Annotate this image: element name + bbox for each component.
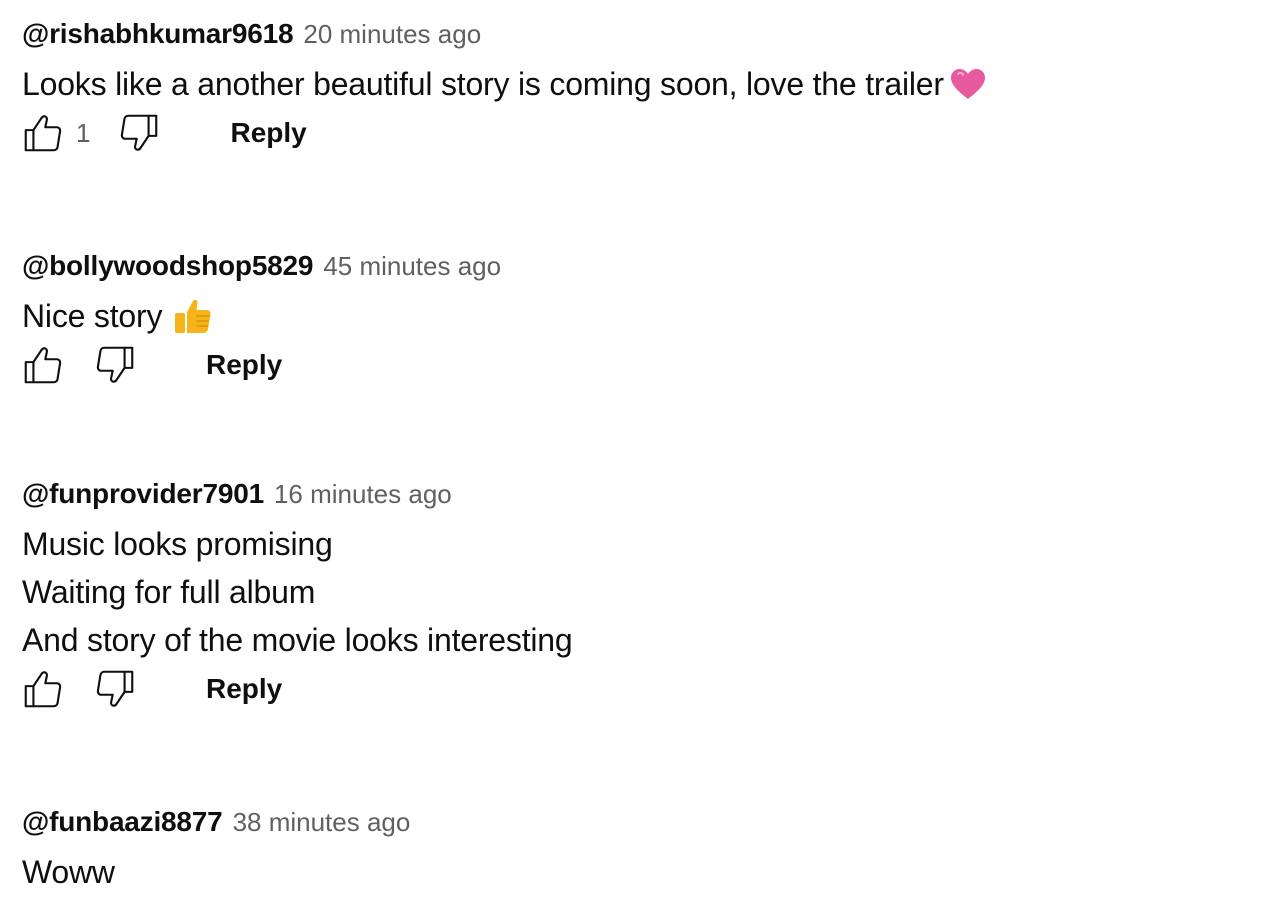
comment-text-line: Nice story [22,298,163,334]
comment-actions: 1 Reply [18,108,1262,158]
dislike-button[interactable] [90,664,140,714]
dislike-button[interactable] [114,108,164,158]
like-button[interactable] [18,340,68,390]
comment-text-line: Looks like a another beautiful story is … [22,66,944,102]
comment-timestamp[interactable]: 20 minutes ago [303,14,481,54]
comment-author[interactable]: @funprovider7901 [22,474,264,514]
comment-author[interactable]: @funbaazi8877 [22,802,223,842]
comment-text-line: Woww [22,854,115,890]
comment-header: @rishabhkumar9618 20 minutes ago [22,14,1262,54]
comment-item: @rishabhkumar9618 20 minutes ago Looks l… [22,14,1262,158]
comment-header: @funprovider7901 16 minutes ago [22,474,1262,514]
comment-item: @funprovider7901 16 minutes ago Music lo… [22,474,1262,714]
comment-timestamp[interactable]: 45 minutes ago [323,246,501,286]
comment-text-line: And story of the movie looks interesting [22,622,573,658]
comment-author[interactable]: @bollywoodshop5829 [22,246,314,286]
comments-list: @rishabhkumar9618 20 minutes ago Looks l… [0,0,1280,900]
comment-item: @bollywoodshop5829 45 minutes ago Nice s… [22,246,1262,390]
comment-actions: Reply [18,340,1262,390]
thumbs-down-outline-icon [121,114,158,151]
reply-button[interactable]: Reply [200,345,288,385]
comment-text-line: Waiting for full album [22,574,316,610]
like-count: 1 [76,117,91,148]
comment-actions: Reply [18,664,1262,714]
comment-text: Woww [22,848,1262,896]
comment-text: Music looks promising Waiting for full a… [22,520,1262,664]
comment-text: Looks like a another beautiful story is … [22,60,1262,108]
like-button[interactable] [18,108,68,158]
dislike-button[interactable] [90,340,140,390]
comment-text: Nice story [22,292,1262,340]
thumbs-up-emoji-icon [175,299,211,333]
comment-header: @funbaazi8877 38 minutes ago [22,802,1262,842]
thumbs-down-outline-icon [96,670,134,707]
thumbs-down-outline-icon [96,346,134,383]
comment-item: @funbaazi8877 38 minutes ago Woww [22,802,1262,896]
reply-button[interactable]: Reply [224,113,312,153]
comment-text-line: Music looks promising [22,526,333,562]
thumbs-up-outline-icon [24,347,62,384]
comment-author[interactable]: @rishabhkumar9618 [22,14,294,54]
comment-header: @bollywoodshop5829 45 minutes ago [22,246,1262,286]
comment-timestamp[interactable]: 16 minutes ago [274,474,452,514]
like-button[interactable] [18,664,68,714]
thumbs-up-outline-icon [24,671,62,708]
comment-timestamp[interactable]: 38 minutes ago [233,802,411,842]
reply-button[interactable]: Reply [200,669,288,709]
pink-heart-emoji-icon [950,69,985,99]
thumbs-up-outline-icon [24,115,62,152]
